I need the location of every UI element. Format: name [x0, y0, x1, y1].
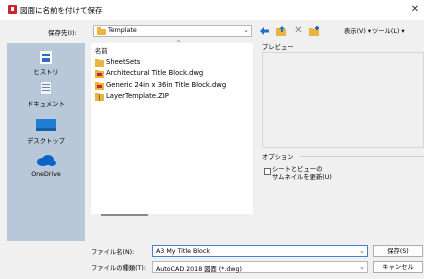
new-folder-icon[interactable]	[309, 26, 320, 36]
dwg-file-icon	[95, 82, 104, 90]
dropdown-arrow-icon: ▾	[367, 28, 372, 35]
window-title: 図面に名前を付けて保存	[20, 6, 103, 15]
column-header-name[interactable]: 名前	[95, 46, 108, 55]
views-menu[interactable]: 表示(V) ▾	[344, 26, 371, 35]
preview-pane	[262, 52, 424, 148]
place-label: ヒストリ	[33, 69, 59, 76]
history-icon	[40, 51, 52, 64]
places-sidebar: ヒストリ ドキュメント デスクトップ OneDrive	[7, 43, 85, 241]
zip-file-icon	[95, 93, 104, 101]
place-onedrive[interactable]: OneDrive	[7, 153, 85, 181]
chevron-down-icon[interactable]: ⌄	[359, 247, 365, 255]
cancel-button[interactable]: キャンセル	[373, 261, 423, 273]
chevron-down-icon: ⌄	[359, 263, 365, 271]
file-name-label: ファイル名(N):	[91, 249, 135, 256]
document-icon	[40, 81, 52, 95]
app-icon	[8, 5, 17, 14]
cloud-icon	[37, 155, 56, 166]
save-in-dropdown[interactable]: Template ⌄	[93, 25, 252, 37]
options-label: オプション	[262, 154, 294, 161]
options-divider	[300, 156, 424, 157]
file-type-dropdown[interactable]: AutoCAD 2018 図面 (*.dwg) ⌄	[152, 261, 368, 273]
dwg-file-icon	[95, 70, 104, 78]
place-documents[interactable]: ドキュメント	[7, 81, 85, 109]
place-label: OneDrive	[31, 171, 61, 178]
dropdown-arrow-icon: ▾	[401, 28, 405, 35]
sort-arrow-icon: ^	[176, 40, 182, 47]
update-thumbnail-label[interactable]: シートとビューの サムネイルを更新(U)	[272, 166, 372, 182]
preview-label: プレビュー	[262, 44, 294, 51]
desktop-icon	[36, 119, 56, 131]
save-in-value: Template	[108, 27, 137, 34]
delete-icon[interactable]: ✕	[293, 26, 304, 36]
folder-icon	[95, 59, 104, 67]
tools-menu[interactable]: ツール(L) ▾	[372, 26, 405, 35]
save-button[interactable]: 保存(S)	[373, 245, 423, 257]
place-desktop[interactable]: デスクトップ	[7, 117, 85, 145]
save-in-label: 保存先(I):	[48, 29, 77, 37]
place-label: ドキュメント	[27, 101, 65, 108]
file-name-input[interactable]: A3 My Title Block ⌄	[152, 245, 368, 257]
file-type-label: ファイルの種類(T):	[91, 265, 146, 272]
update-thumbnail-checkbox[interactable]	[264, 168, 271, 175]
horizontal-scrollbar[interactable]	[101, 214, 148, 216]
place-history[interactable]: ヒストリ	[7, 49, 85, 77]
place-label: デスクトップ	[27, 138, 65, 145]
chevron-down-icon: ⌄	[243, 26, 249, 34]
up-folder-icon[interactable]	[276, 26, 287, 36]
close-button[interactable]: ✕	[408, 3, 422, 17]
folder-icon	[97, 27, 106, 35]
back-arrow-icon[interactable]	[259, 26, 270, 36]
